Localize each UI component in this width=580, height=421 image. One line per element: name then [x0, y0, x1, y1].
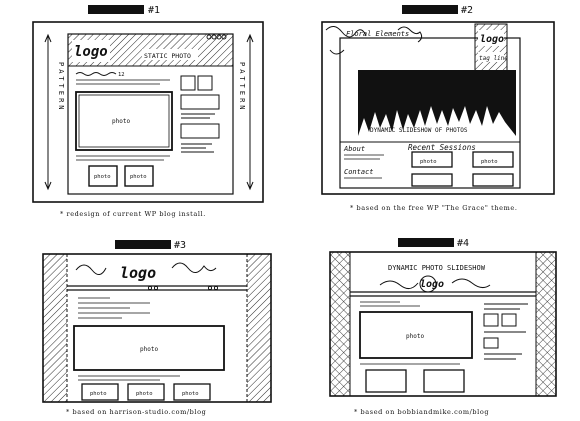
- pattern-label-left: PATTERN: [57, 62, 65, 113]
- sketch-number: #2: [461, 5, 473, 16]
- thumb-label: photo: [130, 174, 147, 180]
- side-pattern-right: [535, 251, 557, 397]
- header-label: STATIC PHOTO: [144, 52, 191, 60]
- side-pattern-right: [247, 254, 271, 402]
- thumb-label: photo: [94, 174, 111, 180]
- sketch-number: #3: [174, 240, 186, 251]
- sidebar: [483, 303, 528, 360]
- sketch-4: #4 DYNAMIC PHOTO SLIDESHOW logo photo * …: [329, 238, 557, 416]
- floral-label: Floral Elements: [346, 30, 409, 38]
- side-pattern-left: [329, 251, 351, 397]
- wireframe-sheet: #1 PATTERN PATTERN logo STATIC PHOTO 12: [32, 5, 557, 416]
- sketch-2: #2 Floral Elements logo tag line DYNAMIC…: [321, 5, 555, 212]
- post-date: 12: [118, 72, 125, 78]
- photo-label: photo: [406, 333, 424, 340]
- photo-label: photo: [140, 346, 158, 353]
- post-text: [78, 297, 150, 319]
- side-pattern-left: [43, 254, 67, 402]
- caption: * based on harrison-studio.com/blog: [66, 408, 206, 416]
- post-text: [360, 301, 420, 307]
- session-photo-label: photo: [481, 159, 498, 165]
- contact-label: Contact: [344, 168, 374, 176]
- logo-text: logo: [74, 44, 108, 60]
- logo-text: logo: [480, 34, 504, 45]
- pattern-label-right: PATTERN: [238, 62, 246, 113]
- caption: * based on bobbiandmike.com/blog: [354, 408, 489, 416]
- slideshow-title: DYNAMIC PHOTO SLIDESHOW: [388, 264, 486, 272]
- slideshow-label: DYNAMIC SLIDESHOW OF PHOTOS: [370, 127, 468, 134]
- sidebar: [180, 75, 220, 153]
- post-title-scribble: [75, 72, 117, 76]
- sketch-number: #4: [457, 238, 469, 249]
- thumb-label: photo: [136, 391, 153, 397]
- thumb-label: photo: [90, 391, 107, 397]
- sketch-3: #3 logo photo photo photo photo * based …: [42, 240, 272, 416]
- logo-text: logo: [420, 279, 444, 290]
- caption: * redesign of current WP blog install.: [60, 210, 206, 218]
- redacted-bar: [398, 238, 454, 247]
- nav-icons: [147, 285, 219, 291]
- logo-text: logo: [120, 264, 156, 282]
- sketch-number: #1: [148, 5, 160, 16]
- redacted-bar: [115, 240, 171, 249]
- photo-label: photo: [112, 118, 130, 125]
- thumb-photo: [423, 369, 465, 393]
- sketch-frame: [329, 251, 557, 397]
- caption: * based on the free WP "The Grace" theme…: [350, 204, 518, 212]
- tagline-text: tag line: [479, 55, 508, 62]
- sketch-1: #1 PATTERN PATTERN logo STATIC PHOTO 12: [32, 5, 264, 218]
- recent-sessions-label: Recent Sessions: [408, 143, 476, 152]
- pattern-arrow-right: [246, 33, 254, 191]
- thumb-photo: [365, 369, 407, 393]
- thumb-label: photo: [182, 391, 199, 397]
- redacted-bar: [402, 5, 458, 14]
- about-label: About: [343, 145, 365, 153]
- pattern-arrow-left: [44, 33, 52, 191]
- redacted-bar: [88, 5, 144, 14]
- session-photo-label: photo: [420, 159, 437, 165]
